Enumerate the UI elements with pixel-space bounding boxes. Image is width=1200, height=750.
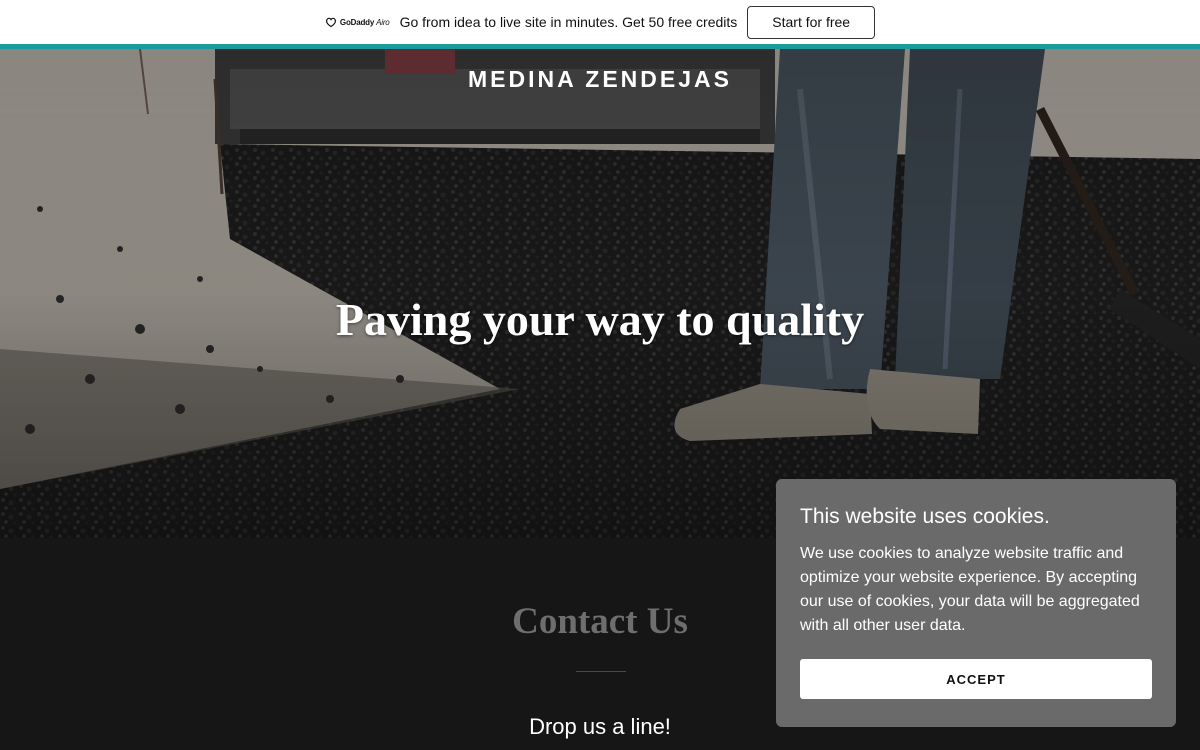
- hero-section: MEDINA ZENDEJAS Paving your way to quali…: [0, 49, 1200, 538]
- godaddy-airo-logo[interactable]: GoDaddy Airo: [325, 16, 390, 28]
- godaddy-heart-icon: [325, 17, 336, 28]
- hero-tagline: Paving your way to quality: [335, 294, 865, 345]
- cookie-body: We use cookies to analyze website traffi…: [800, 545, 1140, 634]
- section-divider: [576, 671, 626, 672]
- start-for-free-button[interactable]: Start for free: [747, 5, 876, 39]
- logo-product: Airo: [376, 17, 390, 27]
- cookie-consent-dialog: This website uses cookies. We use cookie…: [776, 479, 1176, 727]
- logo-brand: GoDaddy: [339, 17, 375, 27]
- site-title[interactable]: MEDINA ZENDEJAS: [0, 66, 1200, 93]
- promo-message: Go from idea to live site in minutes. Ge…: [399, 14, 738, 30]
- cookie-title: This website uses cookies.: [800, 505, 1050, 528]
- accept-cookies-button[interactable]: ACCEPT: [800, 659, 1152, 699]
- promo-banner: GoDaddy Airo Go from idea to live site i…: [0, 0, 1200, 44]
